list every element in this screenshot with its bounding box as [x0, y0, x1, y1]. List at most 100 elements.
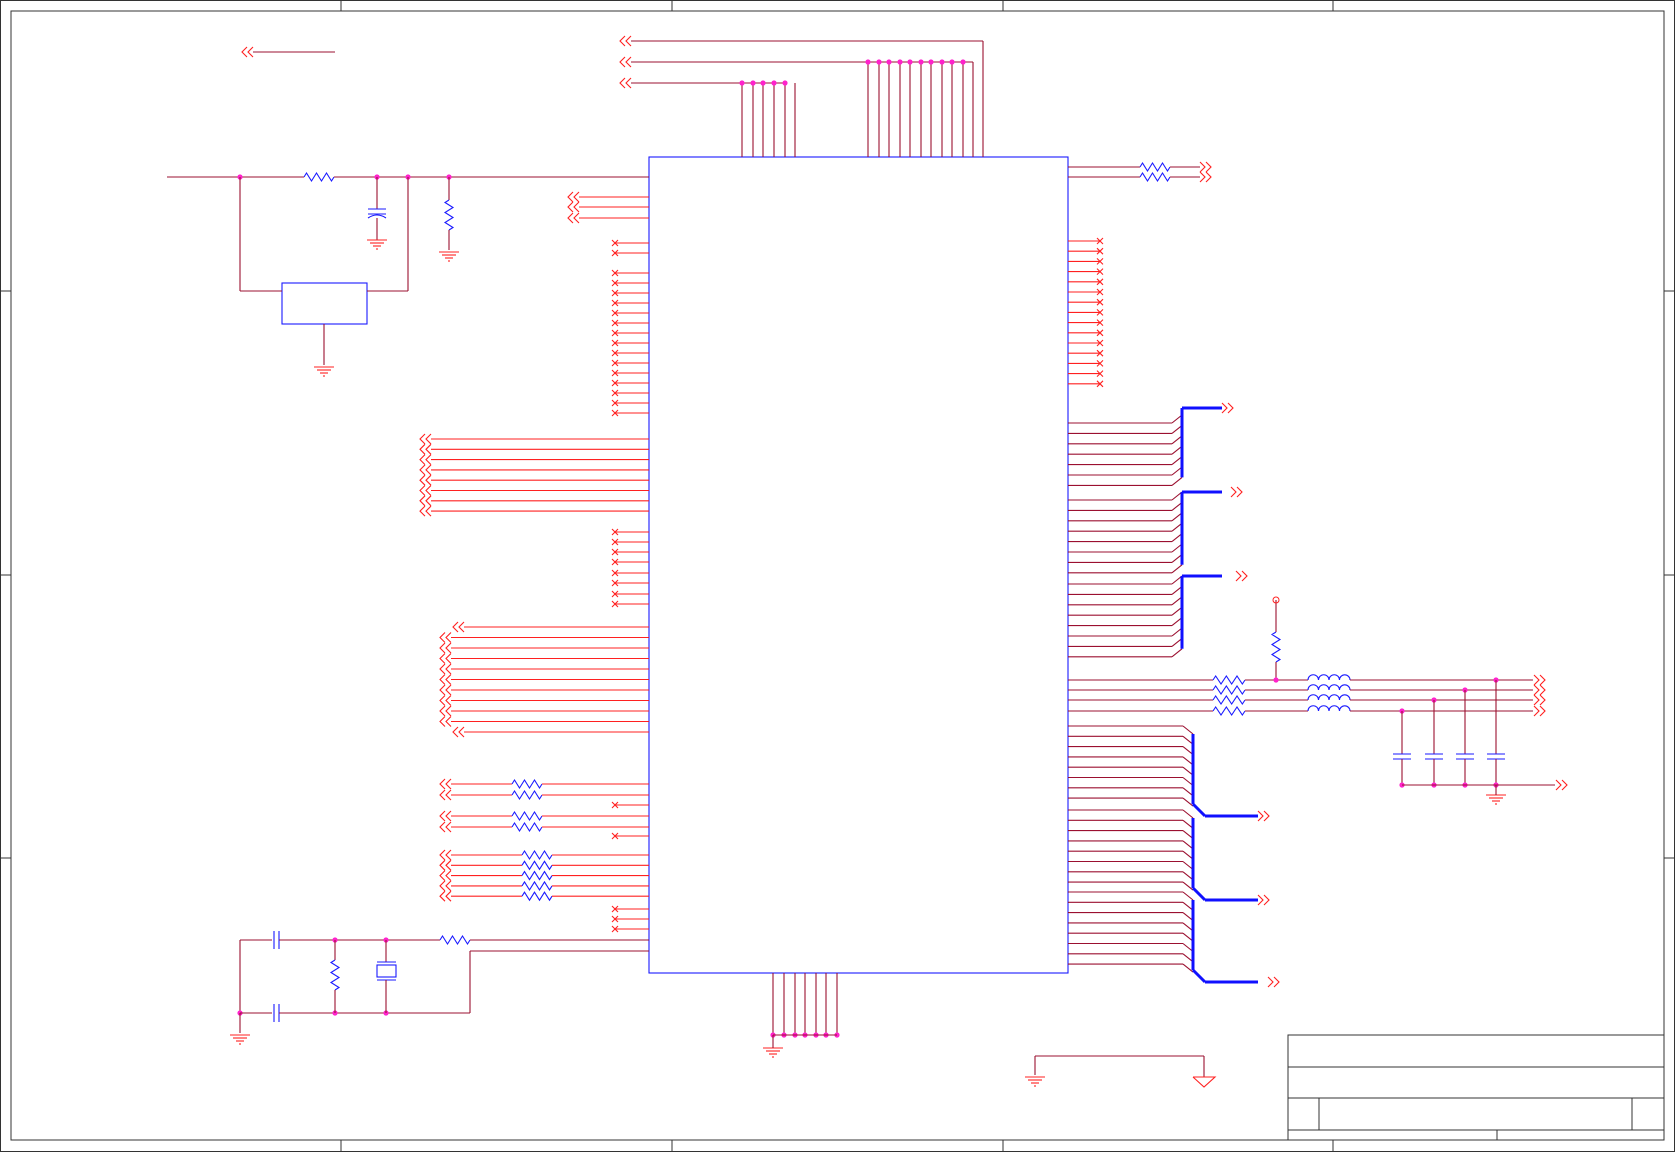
offpage-arrow: [1533, 674, 1540, 686]
offpage-arrow: [425, 505, 432, 517]
offpage-arrow: [619, 77, 626, 89]
offpage-arrow: [439, 705, 446, 717]
offpage-arrow: [439, 859, 446, 871]
resistor: [511, 778, 543, 790]
offpage-arrow: [619, 56, 626, 68]
capacitor-plate: [367, 214, 387, 219]
wire: [1191, 802, 1207, 818]
offpage-arrow: [439, 890, 446, 902]
offpage-arrow: [445, 653, 452, 664]
junction-dot: [782, 80, 788, 86]
resistor: [1139, 171, 1171, 183]
offpage-arrow: [439, 653, 446, 664]
regulator: [281, 282, 368, 325]
offpage-arrow: [573, 201, 580, 213]
main-ic: [648, 156, 1069, 974]
offpage-arrow: [1227, 402, 1234, 414]
offpage-arrow: [445, 870, 452, 881]
offpage-arrow: [452, 621, 459, 633]
offpage-arrow: [1267, 976, 1274, 988]
wire: [1191, 968, 1207, 984]
offpage-arrow: [445, 674, 452, 685]
schematic-canvas: [0, 0, 1675, 1152]
junction-dot: [907, 59, 913, 65]
wire: [1182, 725, 1194, 735]
junction-dot: [960, 59, 966, 65]
junction-dot: [949, 59, 955, 65]
resistor: [439, 934, 471, 946]
offpage-arrow: [419, 454, 426, 465]
resistor: [521, 880, 553, 891]
offpage-arrow: [419, 505, 426, 517]
offpage-arrow: [445, 716, 452, 727]
offpage-arrow: [439, 849, 446, 861]
wire: [1171, 564, 1183, 574]
offpage-arrow: [1199, 171, 1206, 183]
resistor: [521, 870, 553, 881]
offpage-arrow: [445, 705, 452, 717]
offpage-arrow: [439, 695, 446, 706]
resistor: [1139, 161, 1171, 173]
offpage-arrow: [439, 716, 446, 727]
offpage-arrow: [1539, 694, 1546, 706]
offpage-arrow: [567, 212, 574, 224]
resistor: [521, 891, 553, 902]
offpage-arrow: [445, 810, 452, 822]
offpage-arrow: [445, 890, 452, 902]
offpage-arrow: [419, 474, 426, 486]
offpage-arrow: [445, 849, 452, 861]
offpage-arrow: [425, 433, 432, 445]
inductor: [1307, 694, 1351, 701]
offpage-arrow: [1273, 976, 1280, 988]
offpage-arrow: [445, 695, 452, 706]
wire: [1171, 648, 1183, 658]
offpage-arrow: [445, 821, 452, 833]
wire: [1182, 891, 1194, 901]
offpage-arrow: [439, 789, 446, 801]
offpage-arrow: [425, 474, 432, 486]
inductor: [1307, 674, 1351, 681]
offpage-arrow: [458, 621, 465, 633]
offpage-arrow: [419, 464, 426, 476]
offpage-arrow: [1539, 684, 1546, 696]
offpage-arrow: [419, 443, 426, 455]
junction-dot: [760, 80, 766, 86]
offpage-arrow: [425, 485, 432, 496]
offpage-arrow: [439, 684, 446, 696]
resistor: [511, 789, 543, 801]
offpage-arrow: [425, 464, 432, 476]
offpage-arrow: [445, 880, 452, 892]
offpage-arrow: [1257, 810, 1264, 822]
inductor: [1307, 684, 1351, 691]
junction-dot: [1273, 677, 1279, 683]
offpage-arrow: [1533, 684, 1540, 696]
offpage-arrow: [445, 663, 452, 675]
offpage-arrow: [1561, 779, 1568, 791]
offpage-arrow: [1539, 705, 1546, 717]
offpage-arrow: [445, 642, 452, 654]
junction-dot: [897, 59, 903, 65]
title-block: [1287, 1034, 1665, 1141]
resistor: [521, 860, 553, 871]
resistor: [521, 849, 553, 861]
schematic-wiring: [167, 35, 1568, 1088]
wire: [1191, 886, 1207, 902]
junction-dot: [750, 80, 756, 86]
offpage-arrow: [241, 46, 248, 58]
offpage-arrow: [573, 191, 580, 203]
offpage-arrow: [419, 495, 426, 507]
offpage-arrow: [1533, 705, 1540, 717]
junction-dot: [865, 59, 871, 65]
resistor: [511, 821, 543, 833]
offpage-arrow: [439, 810, 446, 822]
offpage-arrow: [1230, 486, 1237, 498]
offpage-arrow: [1263, 894, 1270, 906]
offpage-arrow: [1539, 674, 1546, 686]
offpage-arrow: [439, 674, 446, 685]
offpage-arrow: [1199, 161, 1206, 173]
inductor: [1307, 705, 1351, 712]
offpage-arrow: [425, 495, 432, 507]
offpage-arrow: [1205, 171, 1212, 183]
offpage-arrow: [1205, 161, 1212, 173]
offpage-arrow: [1533, 694, 1540, 706]
